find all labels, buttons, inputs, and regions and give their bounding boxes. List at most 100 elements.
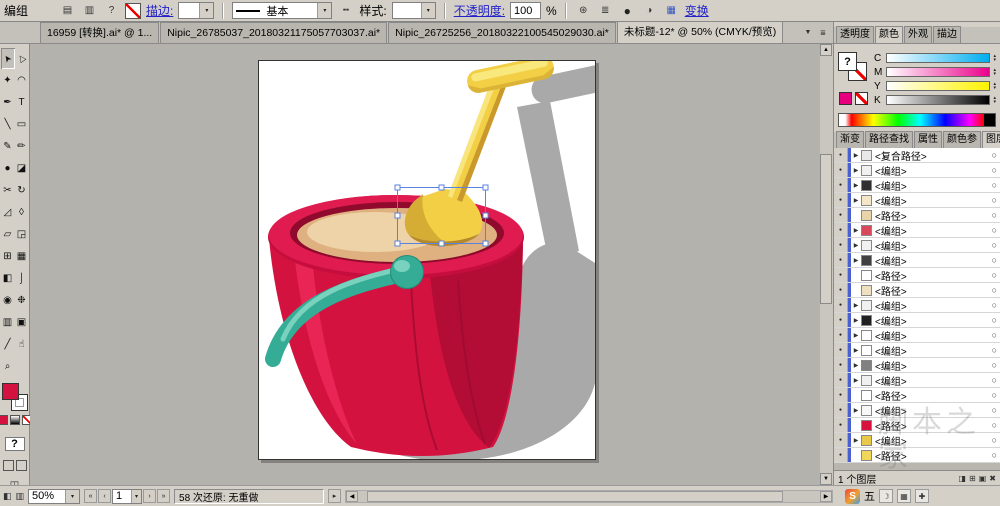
artboard-tool[interactable]: ▣ — [15, 312, 29, 333]
visibility-eye-icon[interactable]: ● — [834, 448, 848, 462]
tab-gradient[interactable]: 渐变 — [836, 131, 864, 148]
tab-menu-icon[interactable]: ≣ — [817, 27, 829, 39]
selection-handle[interactable] — [438, 184, 445, 191]
selection-handle[interactable] — [438, 240, 445, 247]
visibility-eye-icon[interactable]: ● — [834, 403, 848, 417]
scale-tool[interactable]: ◿ — [1, 202, 15, 223]
selection-handle[interactable] — [394, 184, 401, 191]
layer-row[interactable]: ● ▶ <编组> ○ — [834, 223, 1000, 238]
blend-tool[interactable]: ◉ — [1, 290, 15, 311]
color-proxy[interactable]: ? — [838, 52, 868, 82]
draw-behind-icon[interactable] — [15, 460, 27, 471]
target-circle-icon[interactable]: ○ — [992, 420, 997, 430]
expand-triangle-icon[interactable]: ▶ — [851, 377, 861, 384]
zoom-combo[interactable]: 50% ▾ — [28, 488, 81, 504]
recolor-artwork-icon[interactable]: ⊛ — [575, 2, 592, 19]
eyedropper-tool[interactable]: ⌡ — [15, 268, 29, 289]
gradient-mode-icon[interactable] — [9, 415, 20, 425]
channel-spinner[interactable]: ▴ ▾ — [993, 82, 996, 91]
target-circle-icon[interactable]: ○ — [992, 255, 997, 265]
dashed-line-icon[interactable]: ╍ — [337, 2, 354, 19]
isolate-icon[interactable]: ◑ — [641, 2, 658, 19]
tab-stroke[interactable]: 描边 — [933, 26, 961, 43]
target-circle-icon[interactable]: ○ — [992, 450, 997, 460]
scroll-down-icon[interactable]: ▼ — [820, 473, 832, 485]
draw-normal-icon[interactable] — [2, 460, 14, 471]
fill-swatch[interactable] — [1, 383, 19, 400]
selection-handle[interactable] — [394, 212, 401, 219]
perspective-grid-tool[interactable]: ⊞ — [1, 246, 15, 267]
width-tool[interactable]: ◊ — [15, 202, 29, 223]
target-circle-icon[interactable]: ○ — [992, 345, 997, 355]
fill-stroke-proxy[interactable] — [1, 383, 28, 411]
shape-builder-tool[interactable]: ◲ — [15, 224, 29, 245]
free-transform-tool[interactable]: ▱ — [1, 224, 15, 245]
target-circle-icon[interactable]: ○ — [992, 240, 997, 250]
screen-mode-mini-icon[interactable]: ◧ — [3, 491, 12, 502]
graphic-style-combo[interactable]: ▾ — [391, 2, 436, 19]
expand-triangle-icon[interactable]: ▶ — [851, 317, 861, 324]
tab-pathfinder[interactable]: 路径查找 — [865, 131, 913, 148]
dropdown-arrow-icon[interactable]: ▾ — [131, 489, 142, 503]
layer-row[interactable]: ● <路径> ○ — [834, 418, 1000, 433]
none-swatch[interactable] — [855, 92, 868, 105]
delete-layer-icon[interactable]: ✖ — [989, 474, 996, 483]
opacity-link[interactable]: 不透明度: — [454, 2, 505, 19]
expand-triangle-icon[interactable]: ▶ — [851, 227, 861, 234]
visibility-eye-icon[interactable]: ● — [834, 238, 848, 252]
layer-row[interactable]: ● ▶ <编组> ○ — [834, 358, 1000, 373]
visibility-eye-icon[interactable]: ● — [834, 208, 848, 222]
tab-appearance[interactable]: 外观 — [904, 26, 932, 43]
scroll-up-icon[interactable]: ▲ — [820, 44, 832, 56]
status-display[interactable]: 58 次还原: 无重做 — [174, 488, 325, 504]
line-segment-tool[interactable]: ╲ — [1, 114, 15, 135]
channel-spinner[interactable]: ▴ ▾ — [993, 68, 996, 77]
expand-triangle-icon[interactable]: ▶ — [851, 332, 861, 339]
selection-handle[interactable] — [482, 184, 489, 191]
selection-handle[interactable] — [482, 212, 489, 219]
eraser-tool[interactable]: ◪ — [15, 158, 29, 179]
column-graph-tool[interactable]: ▥ — [1, 312, 15, 333]
magic-wand-tool[interactable]: ✦ — [1, 70, 15, 91]
layer-row[interactable]: ● ▶ <编组> ○ — [834, 193, 1000, 208]
target-circle-icon[interactable]: ○ — [992, 180, 997, 190]
paintbrush-tool[interactable]: ✎ — [1, 136, 15, 157]
dropdown-arrow-icon[interactable]: ▾ — [420, 3, 435, 18]
target-circle-icon[interactable]: ○ — [992, 330, 997, 340]
visibility-eye-icon[interactable]: ● — [834, 433, 848, 447]
pen-tool[interactable]: ✒ — [1, 92, 15, 113]
recolor-sphere-icon[interactable]: ● — [619, 2, 636, 19]
rotate-tool[interactable]: ↻ — [15, 180, 29, 201]
visibility-eye-icon[interactable]: ● — [834, 178, 848, 192]
artboard-number-combo[interactable]: 1 ▾ — [112, 488, 143, 504]
dropdown-arrow-icon[interactable]: ▾ — [65, 489, 80, 503]
prev-artboard-button[interactable]: ‹ — [98, 489, 112, 503]
align-icon[interactable]: ≣ — [597, 2, 614, 19]
layer-row[interactable]: ● ▶ <编组> ○ — [834, 313, 1000, 328]
target-circle-icon[interactable]: ○ — [992, 165, 997, 175]
layer-row[interactable]: ● ▶ <编组> ○ — [834, 433, 1000, 448]
layer-row[interactable]: ● ▶ <编组> ○ — [834, 238, 1000, 253]
layer-row[interactable]: ● <路径> ○ — [834, 268, 1000, 283]
next-artboard-button[interactable]: › — [143, 489, 157, 503]
document-tab[interactable]: 未标题-12* @ 50% (CMYK/预览) — [616, 21, 784, 43]
layer-row[interactable]: ● <路径> ○ — [834, 208, 1000, 223]
visibility-eye-icon[interactable]: ● — [834, 193, 848, 207]
direct-selection-tool[interactable]: ▷ — [15, 48, 29, 69]
document-tab[interactable]: Nipic_26725256_20180322100545029030.ai* — [388, 22, 616, 43]
visibility-eye-icon[interactable]: ● — [834, 253, 848, 267]
target-circle-icon[interactable]: ○ — [992, 270, 997, 280]
layer-row[interactable]: ● ▶ <编组> ○ — [834, 403, 1000, 418]
ime-toolbox-icon[interactable]: ✚ — [915, 489, 930, 503]
horizontal-scrollbar[interactable]: ◀ ▶ — [345, 489, 834, 503]
channel-slider[interactable] — [886, 67, 991, 77]
expand-triangle-icon[interactable]: ▶ — [851, 182, 861, 189]
expand-triangle-icon[interactable]: ▶ — [851, 167, 861, 174]
type-tool[interactable]: T — [15, 92, 29, 113]
selection-tool[interactable]: ➤ — [0, 47, 15, 69]
layer-row[interactable]: ● ▶ <编组> ○ — [834, 163, 1000, 178]
visibility-eye-icon[interactable]: ● — [834, 283, 848, 297]
expand-triangle-icon[interactable]: ▶ — [851, 407, 861, 414]
gradient-tool[interactable]: ◧ — [1, 268, 15, 289]
scissors-tool[interactable]: ✂ — [1, 180, 15, 201]
